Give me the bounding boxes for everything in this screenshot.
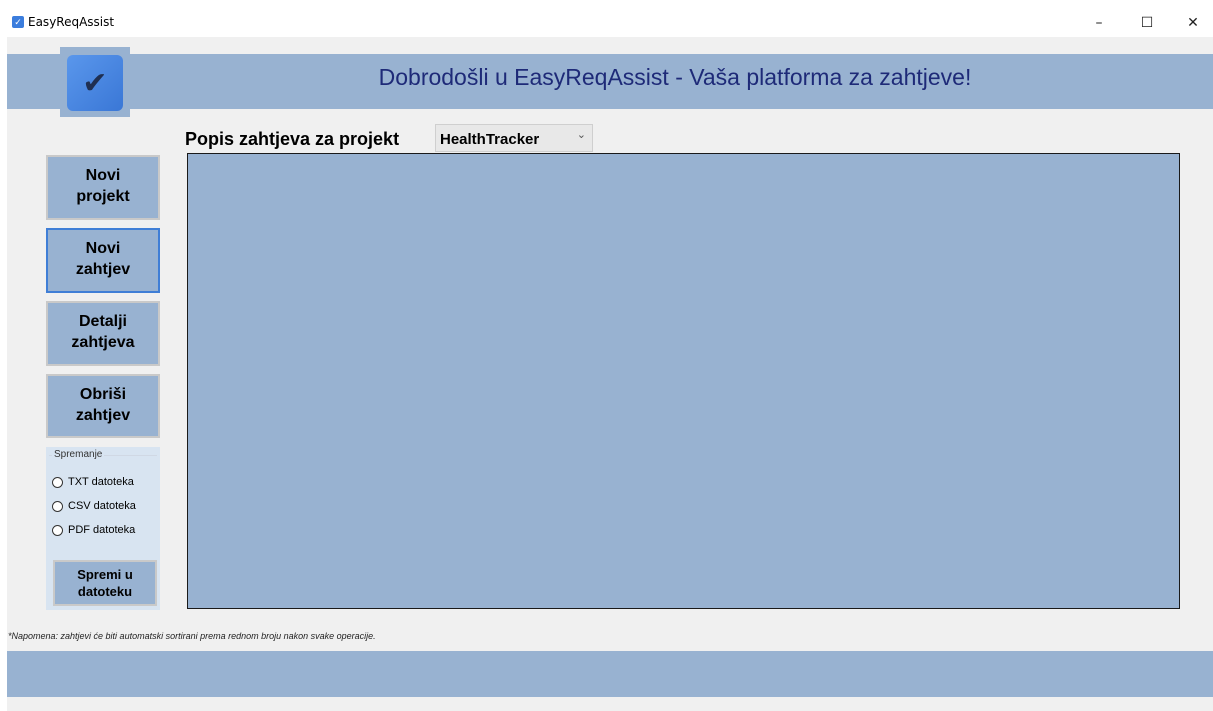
button-label-line1: Detalji xyxy=(78,313,127,330)
maximize-button[interactable]: ☐ xyxy=(1125,7,1169,38)
requirements-list[interactable] xyxy=(187,153,1180,609)
radio-circle-icon[interactable] xyxy=(52,524,63,536)
button-label-line2: projekt xyxy=(76,188,130,205)
button-label-line1: Spremi u xyxy=(77,567,133,582)
window-title: EasyReqAssist xyxy=(28,15,115,29)
project-label: Popis zahtjeva za projekt xyxy=(185,129,400,149)
button-label-line2: zahtjeva xyxy=(71,334,135,351)
save-groupbox: Spremanje TXT datoteka CSV datoteka PDF … xyxy=(46,447,160,610)
save-legend: Spremanje xyxy=(52,449,105,460)
button-label-line2: zahtjev xyxy=(75,261,131,278)
button-label-line1: Novi xyxy=(85,167,121,184)
requirement-details-button[interactable]: Detalji zahtjeva xyxy=(46,301,160,366)
radio-txt[interactable]: TXT datoteka xyxy=(52,476,134,488)
app-window: ✓ EasyReqAssist – ☐ ✕ ✔ Dobrodošli u Eas… xyxy=(7,7,1213,711)
radio-csv[interactable]: CSV datoteka xyxy=(52,500,136,512)
footer-band xyxy=(7,651,1213,697)
chevron-down-icon: ⌄ xyxy=(576,129,586,141)
button-label-line2: zahtjev xyxy=(75,407,131,424)
radio-label: PDF datoteka xyxy=(68,524,136,536)
new-project-button[interactable]: Novi projekt xyxy=(46,155,160,220)
delete-requirement-button[interactable]: Obriši zahtjev xyxy=(46,374,160,438)
footnote: *Napomena: zahtjevi će biti automatski s… xyxy=(8,631,376,641)
button-label-line2: datoteku xyxy=(77,584,133,599)
radio-circle-icon[interactable] xyxy=(52,476,63,488)
radio-pdf[interactable]: PDF datoteka xyxy=(52,524,135,536)
new-requirement-button[interactable]: Novi zahtjev xyxy=(46,228,160,293)
button-label-line1: Novi xyxy=(85,240,121,257)
checkbox-icon: ✓ xyxy=(12,16,24,28)
minimize-button[interactable]: – xyxy=(1077,7,1121,38)
close-button[interactable]: ✕ xyxy=(1171,7,1213,38)
radio-label: TXT datoteka xyxy=(68,476,134,488)
radio-circle-icon[interactable] xyxy=(52,500,63,512)
title-bar: ✓ EasyReqAssist – ☐ ✕ xyxy=(7,7,1213,38)
project-select[interactable]: HealthTracker ⌄ xyxy=(435,124,593,152)
check-icon: ✔ xyxy=(67,55,123,111)
header-title: Dobrodošli u EasyReqAssist - Vaša platfo… xyxy=(378,64,972,90)
button-label-line1: Obriši xyxy=(79,386,127,403)
radio-label: CSV datoteka xyxy=(68,500,136,512)
project-select-value: HealthTracker xyxy=(440,131,540,148)
save-to-file-button[interactable]: Spremi u datoteku xyxy=(53,560,157,606)
